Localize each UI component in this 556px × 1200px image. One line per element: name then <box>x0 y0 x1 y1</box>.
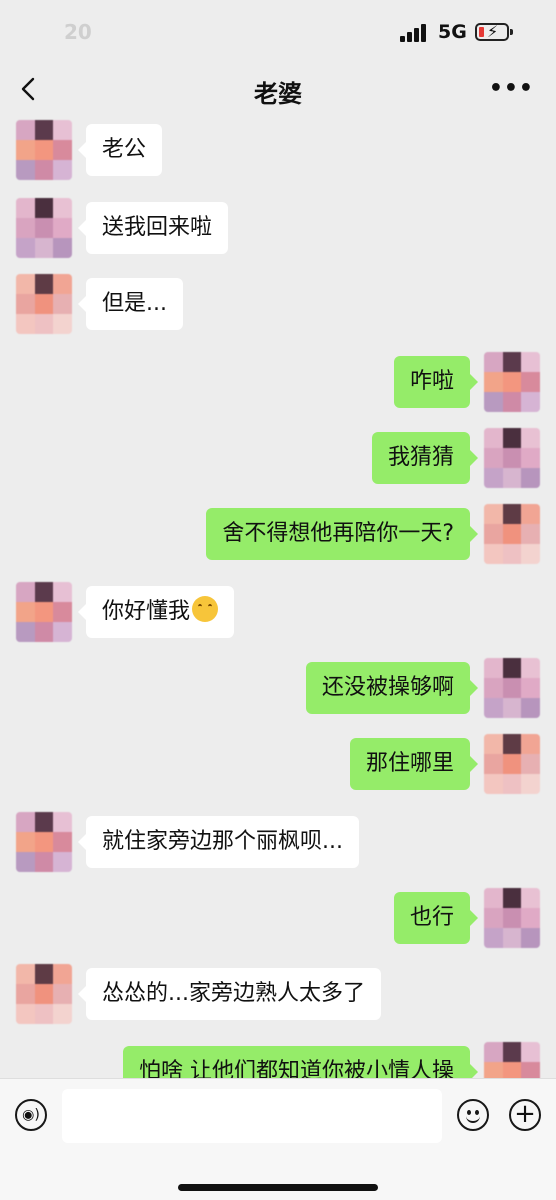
plus-button[interactable]: + <box>509 1099 541 1131</box>
network-type: 5G <box>438 21 467 43</box>
voice-button[interactable]: ◉) <box>15 1099 47 1131</box>
self-avatar[interactable] <box>484 352 540 412</box>
message-bubble[interactable]: 舍不得想他再陪你一天? <box>206 508 478 560</box>
self-avatar[interactable] <box>484 888 540 948</box>
message-text: 怕啥 让他们都知道你被小情人操 <box>139 1059 454 1078</box>
message-text: 你好懂我 <box>102 599 191 624</box>
signal-icon <box>400 24 430 42</box>
battery-icon: ⚡ <box>475 22 509 41</box>
nav-bar: 老婆 ••• <box>0 64 556 116</box>
more-button[interactable]: ••• <box>489 76 534 101</box>
message-text: 那住哪里 <box>365 751 454 776</box>
input-bar: ◉) + <box>0 1078 556 1200</box>
status-time: 20 <box>64 20 92 44</box>
message-text: 舍不得想他再陪你一天? <box>222 521 454 546</box>
message-bubble[interactable]: 你好懂我 <box>77 586 235 638</box>
message-bubble[interactable]: 老公 <box>77 124 163 176</box>
message-text: 老公 <box>102 137 147 162</box>
self-avatar[interactable] <box>484 1042 540 1078</box>
contact-avatar[interactable] <box>16 582 72 642</box>
contact-avatar[interactable] <box>16 198 72 258</box>
self-avatar[interactable] <box>484 504 540 564</box>
message-text: 也行 <box>409 905 454 930</box>
message-bubble[interactable]: 还没被操够啊 <box>305 662 479 714</box>
message-input[interactable] <box>62 1089 442 1143</box>
message-bubble[interactable]: 也行 <box>393 892 479 944</box>
message-text: 但是... <box>102 291 167 316</box>
message-text: 就住家旁边那个丽枫呗... <box>102 829 343 854</box>
contact-avatar[interactable] <box>16 964 72 1024</box>
message-bubble[interactable]: 我猜猜 <box>371 432 479 484</box>
message-bubble[interactable]: 就住家旁边那个丽枫呗... <box>78 816 359 868</box>
message-bubble[interactable]: 怕啥 让他们都知道你被小情人操 <box>123 1046 478 1078</box>
message-text: 送我回来啦 <box>102 215 213 240</box>
chat-area[interactable]: 老公送我回来啦但是... 咋啦我猜猜舍不得想他再陪你一天? 你好懂我还没被操够啊那住… <box>0 116 556 1078</box>
status-bar: 20 5G ⚡ <box>0 0 556 64</box>
message-text: 还没被操够啊 <box>321 675 454 700</box>
message-bubble[interactable]: 但是... <box>78 278 183 330</box>
contact-avatar[interactable] <box>16 812 72 872</box>
message-text: 怂怂的...家旁边熟人太多了 <box>102 981 365 1006</box>
message-bubble[interactable]: 咋啦 <box>393 356 479 408</box>
self-avatar[interactable] <box>484 428 540 488</box>
contact-avatar[interactable] <box>16 274 72 334</box>
message-bubble[interactable]: 怂怂的...家旁边熟人太多了 <box>78 968 381 1020</box>
message-bubble[interactable]: 送我回来啦 <box>77 202 229 254</box>
chat-title: 老婆 <box>254 80 302 108</box>
home-indicator <box>178 1184 378 1191</box>
thinking-face-icon <box>192 596 219 622</box>
message-text: 我猜猜 <box>387 445 454 470</box>
self-avatar[interactable] <box>484 734 540 794</box>
battery-cap <box>510 29 513 35</box>
emoji-button[interactable] <box>457 1099 489 1131</box>
message-bubble[interactable]: 那住哪里 <box>349 738 479 790</box>
self-avatar[interactable] <box>484 658 540 718</box>
contact-avatar[interactable] <box>16 120 72 180</box>
message-text: 咋啦 <box>409 369 454 394</box>
